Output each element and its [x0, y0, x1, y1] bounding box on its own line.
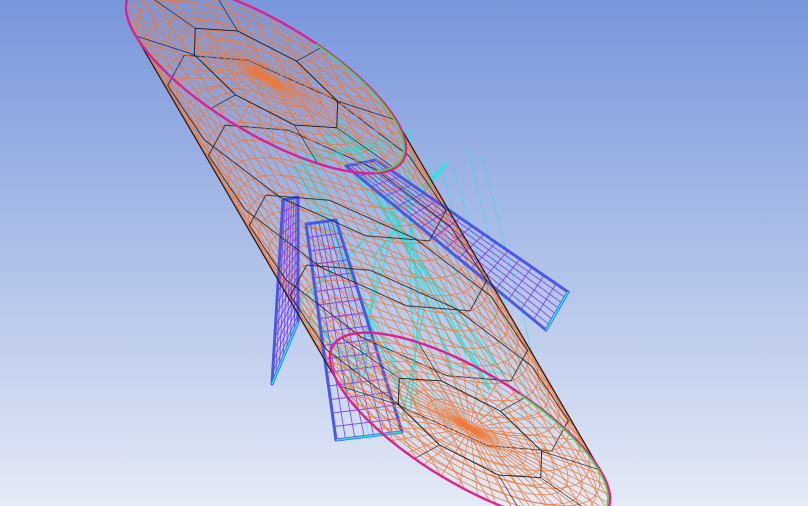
3d-viewport[interactable]	[0, 0, 808, 506]
mesh-scene	[0, 0, 808, 506]
